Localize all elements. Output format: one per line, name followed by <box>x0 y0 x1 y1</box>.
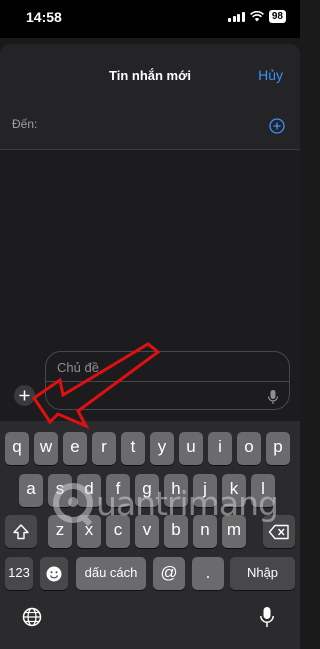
space-key[interactable]: dấu cách <box>76 557 146 590</box>
key-o[interactable]: o <box>237 432 261 465</box>
microphone-icon[interactable] <box>259 606 275 628</box>
battery-indicator: 98 <box>268 10 286 23</box>
plus-icon <box>19 390 30 401</box>
status-icons: 98 <box>228 10 286 23</box>
recipient-field[interactable]: Đến: <box>0 104 300 150</box>
status-bar: 14:58 98 <box>0 0 300 38</box>
key-e[interactable]: e <box>63 432 87 465</box>
status-time: 14:58 <box>26 9 62 25</box>
sheet-header: Tin nhắn mới Hủy <box>0 44 300 104</box>
subject-input[interactable]: Chủ đề <box>57 360 99 375</box>
cancel-button[interactable]: Hủy <box>258 67 283 83</box>
globe-icon[interactable] <box>22 607 42 627</box>
key-i[interactable]: i <box>208 432 232 465</box>
emoji-icon <box>46 566 62 582</box>
emoji-key[interactable] <box>40 557 68 590</box>
page-title: Tin nhắn mới <box>109 68 191 83</box>
key-y[interactable]: y <box>150 432 174 465</box>
recipient-label: Đến: <box>12 117 38 131</box>
cellular-signal-icon <box>228 11 245 22</box>
watermark-logo-icon <box>53 483 93 526</box>
shift-key[interactable] <box>5 515 37 548</box>
return-key[interactable]: Nhập <box>230 557 295 590</box>
numbers-key[interactable]: 123 <box>5 557 33 590</box>
key-w[interactable]: w <box>34 432 58 465</box>
key-r[interactable]: r <box>92 432 116 465</box>
watermark-text: uantrimang <box>96 484 279 523</box>
at-key[interactable]: @ <box>153 557 185 590</box>
wifi-icon <box>249 11 264 22</box>
key-q[interactable]: q <box>5 432 29 465</box>
watermark: uantrimang <box>52 480 282 530</box>
message-thread-area <box>0 150 300 348</box>
compose-divider <box>46 381 289 382</box>
key-a[interactable]: a <box>19 474 43 507</box>
shift-icon <box>13 524 29 540</box>
apps-plus-button[interactable] <box>14 385 35 406</box>
key-p[interactable]: p <box>266 432 290 465</box>
key-t[interactable]: t <box>121 432 145 465</box>
key-u[interactable]: u <box>179 432 203 465</box>
dictation-mic-icon[interactable] <box>267 389 279 405</box>
period-key[interactable]: . <box>192 557 224 590</box>
add-contact-icon[interactable] <box>269 118 285 134</box>
message-compose-field[interactable]: Chủ đề <box>45 351 290 410</box>
